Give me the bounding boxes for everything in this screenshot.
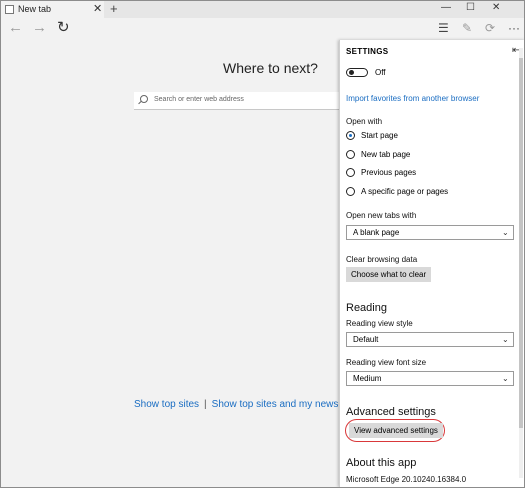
tab-label: New tab <box>18 4 52 14</box>
toggle-label: Off <box>375 68 386 77</box>
radio-label: Previous pages <box>361 168 417 177</box>
about-heading: About this app <box>346 457 417 469</box>
new-tabs-select[interactable]: A blank page ⌄ <box>346 225 514 240</box>
tab-strip: New tab ✕ + — ☐ ✕ <box>1 1 524 18</box>
radio-label: Start page <box>361 131 398 140</box>
radio-label: A specific page or pages <box>361 187 449 196</box>
forward-arrow-icon[interactable]: → <box>32 20 47 36</box>
nav-bar: ← → ↻ ☰ ✎ ⟳ ··· <box>1 18 524 40</box>
radio-button[interactable] <box>346 187 355 196</box>
search-placeholder: Search or enter web address <box>154 96 244 103</box>
tab-new-tab[interactable]: New tab ✕ <box>1 1 104 18</box>
back-arrow-icon[interactable]: ← <box>8 20 23 36</box>
radio-label: New tab page <box>361 150 411 159</box>
select-value: A blank page <box>353 228 400 237</box>
chevron-down-icon: ⌄ <box>502 335 509 344</box>
more-icon[interactable]: ··· <box>508 21 520 35</box>
choose-what-to-clear-button[interactable]: Choose what to clear <box>346 267 432 282</box>
share-icon[interactable]: ⟳ <box>485 21 495 35</box>
radio-button[interactable] <box>346 168 355 177</box>
page-icon <box>5 5 14 14</box>
settings-pane: SETTINGS ⇤ Off Import favorites from ano… <box>339 40 524 487</box>
hub-icon[interactable]: ☰ <box>438 21 449 35</box>
radio-button[interactable] <box>346 131 355 140</box>
import-favorites-link[interactable]: Import favorites from another browser <box>346 94 479 103</box>
reading-style-label: Reading view style <box>346 319 413 328</box>
app-version: Microsoft Edge 20.10240.16384.0 <box>346 475 467 484</box>
top-sites-links: Show top sites | Show top sites and my new… <box>134 399 361 410</box>
settings-title: SETTINGS <box>346 47 389 56</box>
refresh-icon[interactable]: ↻ <box>57 20 70 36</box>
reading-heading: Reading <box>346 302 387 314</box>
chevron-down-icon: ⌄ <box>502 228 509 237</box>
open-with-label: Open with <box>346 117 383 126</box>
web-note-icon[interactable]: ✎ <box>462 21 472 35</box>
page-heading: Where to next? <box>223 60 318 76</box>
advanced-heading: Advanced settings <box>346 406 436 418</box>
new-tabs-label: Open new tabs with <box>346 211 417 220</box>
search-icon <box>140 95 148 103</box>
toggle-knob <box>349 70 354 75</box>
close-tab-icon[interactable]: ✕ <box>93 2 102 15</box>
view-advanced-settings-button[interactable]: View advanced settings <box>349 423 443 438</box>
browser-window: New tab ✕ + — ☐ ✕ ← → ↻ ☰ ✎ ⟳ ··· Where … <box>0 0 525 488</box>
show-top-sites-link[interactable]: Show top sites <box>134 399 199 410</box>
minimize-icon[interactable]: — <box>441 2 451 13</box>
scrollbar-thumb[interactable] <box>519 58 523 428</box>
reading-font-select[interactable]: Medium ⌄ <box>346 371 514 386</box>
maximize-icon[interactable]: ☐ <box>466 2 475 13</box>
select-value: Medium <box>353 374 382 383</box>
reading-font-label: Reading view font size <box>346 358 427 367</box>
radio-button[interactable] <box>346 150 355 159</box>
reading-style-select[interactable]: Default ⌄ <box>346 332 514 347</box>
link-separator: | <box>204 399 207 410</box>
chevron-down-icon: ⌄ <box>502 374 509 383</box>
close-window-icon[interactable]: ✕ <box>492 2 500 13</box>
select-value: Default <box>353 335 379 344</box>
new-tab-button[interactable]: + <box>110 1 118 16</box>
clear-browsing-label: Clear browsing data <box>346 255 418 264</box>
